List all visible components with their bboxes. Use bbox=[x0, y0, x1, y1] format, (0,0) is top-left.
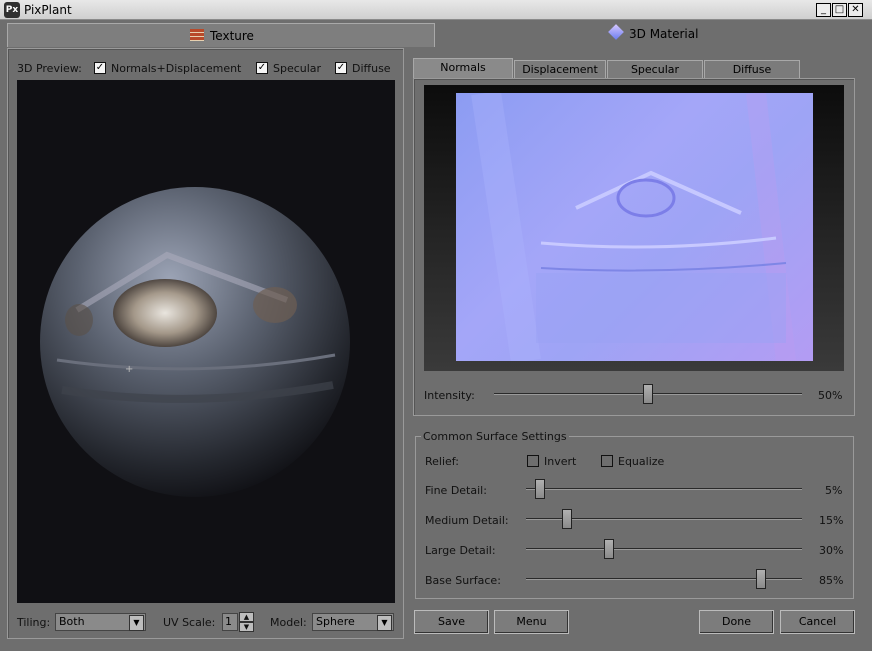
intensity-slider-thumb[interactable] bbox=[643, 384, 653, 404]
chevron-down-icon: ▼ bbox=[129, 615, 144, 631]
equalize-label: Equalize bbox=[618, 455, 665, 468]
menu-button[interactable]: Menu bbox=[494, 610, 569, 634]
medium-detail-value: 15% bbox=[819, 514, 844, 527]
tab-specular[interactable]: Specular bbox=[607, 60, 703, 78]
tab-normals[interactable]: Normals bbox=[413, 58, 513, 79]
title-bar bbox=[0, 0, 872, 20]
base-surface-value: 85% bbox=[819, 574, 844, 587]
window-title: PixPlant bbox=[24, 3, 72, 17]
diffuse-checkbox[interactable]: ✓ bbox=[335, 62, 347, 74]
tiling-select[interactable]: Both ▼ bbox=[55, 613, 146, 631]
pixplant-logo-icon: Px bbox=[4, 2, 20, 18]
large-detail-value: 30% bbox=[819, 544, 844, 557]
tab-3d-material-label: 3D Material bbox=[629, 27, 699, 41]
tab-texture-label: Texture bbox=[210, 29, 254, 43]
cancel-button[interactable]: Cancel bbox=[780, 610, 855, 634]
intensity-value: 50% bbox=[818, 389, 843, 402]
save-button[interactable]: Save bbox=[414, 610, 489, 634]
spin-up-icon[interactable]: ▲ bbox=[239, 612, 254, 622]
tab-texture[interactable]: Texture bbox=[7, 23, 435, 47]
intensity-label: Intensity: bbox=[424, 389, 475, 402]
close-icon[interactable]: ✕ bbox=[848, 3, 863, 17]
medium-detail-label: Medium Detail: bbox=[425, 514, 509, 527]
sphere-preview: + bbox=[40, 187, 350, 497]
specular-label: Specular bbox=[273, 62, 322, 75]
minimize-icon[interactable]: _ bbox=[816, 3, 831, 17]
diffuse-label: Diffuse bbox=[352, 62, 391, 75]
fine-detail-track[interactable] bbox=[526, 488, 802, 490]
relief-label: Relief: bbox=[425, 455, 459, 468]
svg-text:+: + bbox=[125, 364, 133, 375]
surface-title: Common Surface Settings bbox=[421, 430, 569, 443]
model-select[interactable]: Sphere ▼ bbox=[312, 613, 394, 631]
invert-checkbox[interactable] bbox=[527, 455, 539, 467]
normal-map-image bbox=[456, 93, 813, 361]
maximize-icon[interactable]: □ bbox=[832, 3, 847, 17]
medium-detail-thumb[interactable] bbox=[562, 509, 573, 529]
fine-detail-thumb[interactable] bbox=[534, 479, 545, 499]
cube-icon bbox=[608, 24, 624, 40]
3d-viewport[interactable]: + bbox=[17, 80, 395, 603]
large-detail-label: Large Detail: bbox=[425, 544, 496, 557]
uv-scale-input[interactable]: 1 bbox=[222, 613, 238, 631]
tiling-value: Both bbox=[59, 615, 85, 628]
done-button[interactable]: Done bbox=[699, 610, 774, 634]
base-surface-label: Base Surface: bbox=[425, 574, 501, 587]
invert-label: Invert bbox=[544, 455, 577, 468]
large-detail-thumb[interactable] bbox=[603, 539, 614, 559]
tab-3d-material[interactable]: 3D Material bbox=[435, 23, 863, 47]
model-label: Model: bbox=[270, 616, 307, 629]
preview-label: 3D Preview: bbox=[17, 62, 82, 75]
chevron-down-icon: ▼ bbox=[377, 615, 392, 631]
tiling-label: Tiling: bbox=[17, 616, 51, 629]
equalize-checkbox[interactable] bbox=[601, 455, 613, 467]
large-detail-track[interactable] bbox=[526, 548, 802, 550]
base-surface-thumb[interactable] bbox=[755, 569, 766, 589]
specular-checkbox[interactable]: ✓ bbox=[256, 62, 268, 74]
model-value: Sphere bbox=[316, 615, 355, 628]
brick-texture-icon bbox=[190, 29, 204, 41]
tab-displacement[interactable]: Displacement bbox=[514, 60, 606, 78]
uv-scale-label: UV Scale: bbox=[163, 616, 216, 629]
spin-down-icon[interactable]: ▼ bbox=[239, 622, 254, 632]
tab-diffuse[interactable]: Diffuse bbox=[704, 60, 800, 78]
normals-displacement-checkbox[interactable]: ✓ bbox=[94, 62, 106, 74]
fine-detail-label: Fine Detail: bbox=[425, 484, 487, 497]
fine-detail-value: 5% bbox=[825, 484, 843, 497]
normals-displacement-label: Normals+Displacement bbox=[111, 62, 242, 75]
